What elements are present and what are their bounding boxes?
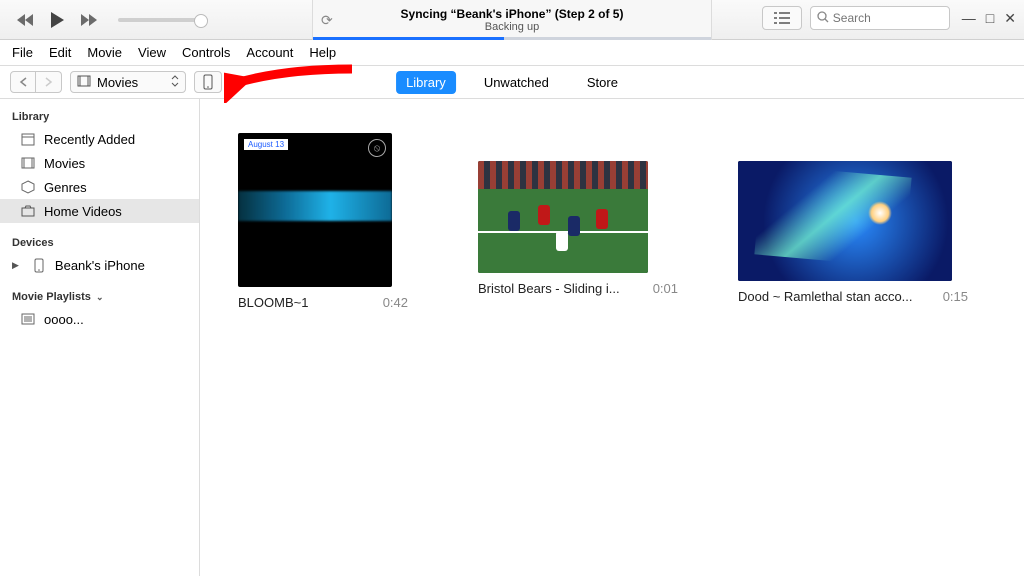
next-button[interactable]: [78, 9, 100, 31]
volume-slider[interactable]: [118, 18, 208, 22]
play-button[interactable]: [46, 9, 68, 31]
search-icon: [817, 11, 829, 26]
menu-controls[interactable]: Controls: [182, 45, 230, 60]
status-lcd: ⟳ Syncing “Beank's iPhone” (Step 2 of 5)…: [312, 0, 712, 40]
nav-buttons: [10, 71, 62, 93]
playback-controls: [0, 9, 208, 31]
menu-help[interactable]: Help: [309, 45, 336, 60]
search-box[interactable]: [810, 6, 950, 30]
video-title: Bristol Bears - Sliding i...: [478, 281, 620, 296]
chevron-down-icon: ⌄: [96, 292, 104, 302]
menu-view[interactable]: View: [138, 45, 166, 60]
sidebar-item-genres[interactable]: Genres: [0, 175, 199, 199]
disclosure-triangle-icon[interactable]: ▶: [12, 260, 19, 271]
content-grid: August 13 ⦸ BLOOMB~1 0:42 Bristol Bears …: [200, 99, 1024, 576]
tab-store[interactable]: Store: [577, 71, 628, 94]
menu-edit[interactable]: Edit: [49, 45, 71, 60]
sidebar-item-home-videos[interactable]: Home Videos: [0, 199, 199, 223]
sidebar-item-label: Genres: [44, 180, 87, 195]
maximize-button[interactable]: □: [986, 10, 994, 27]
body: Library Recently Added Movies Genres Hom…: [0, 99, 1024, 576]
back-button[interactable]: [10, 71, 36, 93]
view-tabs: Library Unwatched Store: [396, 71, 628, 94]
sidebar-item-label: oooo...: [44, 312, 84, 327]
menu-movie[interactable]: Movie: [87, 45, 122, 60]
playlist-icon: [20, 311, 36, 327]
video-thumbnail: [738, 161, 952, 281]
list-view-button[interactable]: [762, 6, 802, 30]
annotation-arrow: [224, 63, 354, 103]
sync-progress: [313, 37, 711, 40]
lcd-title: Syncing “Beank's iPhone” (Step 2 of 5): [313, 7, 711, 21]
toolbar: Movies Library Unwatched Store: [0, 66, 1024, 99]
menu-account[interactable]: Account: [246, 45, 293, 60]
film-icon: [77, 75, 91, 90]
previous-button[interactable]: [14, 9, 36, 31]
sidebar-item-label: Beank's iPhone: [55, 258, 145, 273]
calendar-icon: [20, 131, 36, 147]
minimize-button[interactable]: —: [962, 10, 976, 27]
sidebar-playlists-header[interactable]: Movie Playlists ⌄: [0, 287, 199, 307]
menu-file[interactable]: File: [12, 45, 33, 60]
sidebar-playlist-item[interactable]: oooo...: [0, 307, 199, 331]
unwatched-icon: ⦸: [368, 139, 386, 157]
video-title: Dood ~ Ramlethal stan acco...: [738, 289, 913, 304]
home-video-icon: [20, 203, 36, 219]
sidebar-item-label: Recently Added: [44, 132, 135, 147]
film-icon: [20, 155, 36, 171]
sidebar-devices-header: Devices: [0, 233, 199, 253]
sidebar-device-item[interactable]: ▶ Beank's iPhone: [0, 253, 199, 277]
video-title: BLOOMB~1: [238, 295, 308, 310]
tab-library[interactable]: Library: [396, 71, 456, 94]
device-button[interactable]: [194, 71, 222, 93]
video-duration: 0:15: [943, 289, 968, 304]
video-card[interactable]: August 13 ⦸ BLOOMB~1 0:42: [238, 133, 408, 310]
sync-icon: ⟳: [321, 12, 333, 29]
search-input[interactable]: [833, 11, 943, 25]
sidebar-item-label: Movies: [44, 156, 85, 171]
category-select[interactable]: Movies: [70, 71, 186, 93]
menu-bar: File Edit Movie View Controls Account He…: [0, 40, 1024, 66]
video-card[interactable]: Dood ~ Ramlethal stan acco... 0:15: [738, 133, 968, 304]
window-controls: — □ ✕: [962, 10, 1016, 27]
video-card[interactable]: Bristol Bears - Sliding i... 0:01: [478, 133, 668, 296]
phone-icon: [31, 257, 47, 273]
video-duration: 0:01: [653, 281, 678, 296]
thumbnail-badge: August 13: [244, 139, 288, 150]
tab-unwatched[interactable]: Unwatched: [474, 71, 559, 94]
genres-icon: [20, 179, 36, 195]
close-button[interactable]: ✕: [1004, 10, 1016, 27]
forward-button[interactable]: [36, 71, 62, 93]
right-tools: — □ ✕: [762, 6, 1016, 30]
lcd-subtitle: Backing up: [313, 21, 711, 33]
category-label: Movies: [97, 75, 138, 90]
player-bar: ⟳ Syncing “Beank's iPhone” (Step 2 of 5)…: [0, 0, 1024, 40]
sidebar-item-movies[interactable]: Movies: [0, 151, 199, 175]
chevron-updown-icon: [171, 75, 179, 90]
sidebar-item-label: Home Videos: [44, 204, 122, 219]
sidebar-item-recently-added[interactable]: Recently Added: [0, 127, 199, 151]
video-thumbnail: August 13 ⦸: [238, 133, 392, 287]
sidebar-library-header: Library: [0, 107, 199, 127]
sidebar: Library Recently Added Movies Genres Hom…: [0, 99, 200, 576]
video-thumbnail: [478, 161, 648, 273]
video-duration: 0:42: [383, 295, 408, 310]
